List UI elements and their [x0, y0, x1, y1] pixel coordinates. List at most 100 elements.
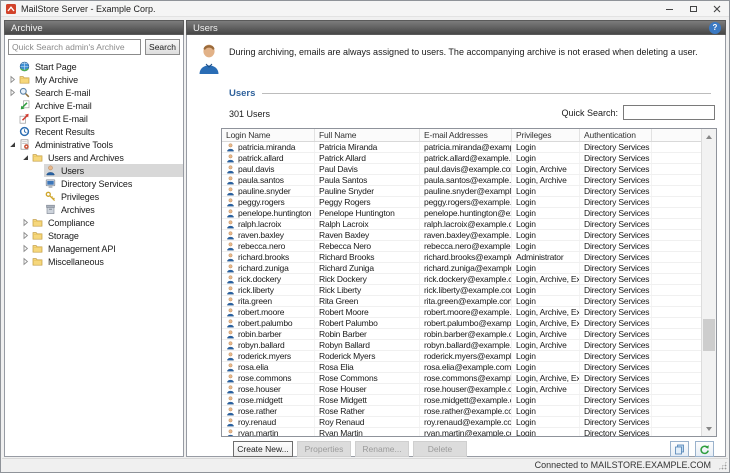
vertical-scrollbar[interactable]: [701, 129, 716, 436]
user-count-label: 301 Users: [229, 109, 271, 119]
login-name-cell: rose.houser: [222, 384, 315, 394]
table-row-rebecca-nero[interactable]: rebecca.nero Rebecca Nero rebecca.nero@exa…: [222, 241, 701, 252]
table-row-roderick-myers[interactable]: roderick.myers Roderick Myers roderick.mye…: [222, 351, 701, 362]
privileges-cell: Login: [512, 186, 580, 196]
expander-collapsed-icon[interactable]: [20, 218, 31, 227]
expander-collapsed-icon[interactable]: [20, 231, 31, 240]
copy-list-button[interactable]: [670, 441, 689, 457]
table-row-richard-brooks[interactable]: richard.brooks Richard Brooks richard.broo…: [222, 252, 701, 263]
section-title: Users: [229, 88, 256, 99]
column-header-privileges[interactable]: Privileges: [512, 129, 580, 141]
search-button[interactable]: Search: [145, 39, 180, 55]
user-icon: [45, 165, 57, 176]
sidebar-item-my-archive[interactable]: My Archive: [5, 73, 183, 86]
table-row-rita-green[interactable]: rita.green Rita Green rita.green@example.c…: [222, 296, 701, 307]
table-row-richard-zuniga[interactable]: richard.zuniga Richard Zuniga richard.zuni…: [222, 263, 701, 274]
quick-search-archive-input[interactable]: [8, 39, 141, 55]
table-row-rose-rather[interactable]: rose.rather Rose Rather rose.rather@exampl…: [222, 406, 701, 417]
table-row-robin-barber[interactable]: robin.barber Robin Barber robin.barber@exa…: [222, 329, 701, 340]
privileges-cell: Login: [512, 197, 580, 207]
sidebar-item-directory-services[interactable]: Directory Services: [5, 177, 183, 190]
table-row-penelope-huntington[interactable]: penelope.huntington Penelope Huntington pe…: [222, 208, 701, 219]
table-row-ryan-martin[interactable]: ryan.martin Ryan Martin ryan.martin@exampl…: [222, 428, 701, 436]
user-row-icon: [226, 241, 235, 251]
table-row-rose-midgett[interactable]: rose.midgett Rose Midgett rose.midgett@exa…: [222, 395, 701, 406]
filler-cell: [652, 263, 701, 273]
table-row-roy-renaud[interactable]: roy.renaud Roy Renaud roy.renaud@example.c…: [222, 417, 701, 428]
email-cell: robyn.ballard@example.com: [420, 340, 512, 350]
sidebar-item-users-and-archives[interactable]: Users and Archives: [5, 151, 183, 164]
sidebar-item-archives[interactable]: Archives: [5, 203, 183, 216]
full-name-cell: Ralph Lacroix: [315, 219, 420, 229]
expander-collapsed-icon[interactable]: [20, 257, 31, 266]
filler-cell: [652, 428, 701, 436]
full-name-cell: Rosa Elia: [315, 362, 420, 372]
create-new-button[interactable]: Create New...: [233, 441, 293, 457]
sidebar-item-users[interactable]: Users: [5, 164, 183, 177]
scroll-up-button[interactable]: [702, 129, 716, 144]
table-row-rose-houser[interactable]: rose.houser Rose Houser rose.houser@exampl…: [222, 384, 701, 395]
sidebar-item-privileges[interactable]: Privileges: [5, 190, 183, 203]
sidebar-item-export-e-mail[interactable]: Export E-mail: [5, 112, 183, 125]
table-row-peggy-rogers[interactable]: peggy.rogers Peggy Rogers peggy.rogers@exa…: [222, 197, 701, 208]
column-header-e-mail-addresses[interactable]: E-mail Addresses: [420, 129, 512, 141]
rename-button[interactable]: Rename...: [355, 441, 409, 457]
table-row-rosa-elia[interactable]: rosa.elia Rosa Elia rosa.elia@example.com L…: [222, 362, 701, 373]
properties-button[interactable]: Properties: [297, 441, 351, 457]
scrollbar-thumb[interactable]: [703, 319, 715, 351]
sidebar-item-label: Directory Services: [61, 178, 133, 189]
privileges-cell: Login: [512, 428, 580, 436]
sidebar-item-compliance[interactable]: Compliance: [5, 216, 183, 229]
table-row-pauline-snyder[interactable]: pauline.snyder Pauline Snyder pauline.snyd…: [222, 186, 701, 197]
sidebar-item-recent-results[interactable]: Recent Results: [5, 125, 183, 138]
sidebar-item-management-api[interactable]: Management API: [5, 242, 183, 255]
column-header-authentication[interactable]: Authentication: [580, 129, 652, 141]
refresh-button[interactable]: [695, 441, 714, 457]
close-button[interactable]: [705, 1, 729, 17]
table-row-patricia-miranda[interactable]: patricia.miranda Patricia Miranda patricia…: [222, 142, 701, 153]
table-row-robert-palumbo[interactable]: robert.palumbo Robert Palumbo robert.palum…: [222, 318, 701, 329]
connection-status-label: Connected to MAILSTORE.EXAMPLE.COM: [534, 460, 711, 470]
table-row-rick-dockery[interactable]: rick.dockery Rick Dockery rick.dockery@exa…: [222, 274, 701, 285]
expander-collapsed-icon[interactable]: [7, 88, 18, 97]
email-cell: richard.brooks@example.com: [420, 252, 512, 262]
column-header-full-name[interactable]: Full Name: [315, 129, 420, 141]
sidebar-item-start-page[interactable]: Start Page: [5, 60, 183, 73]
sidebar-item-label: Recent Results: [35, 126, 95, 137]
sidebar-tree: Start Page My Archive Search E-mail Archive…: [5, 60, 183, 456]
column-header-login-name[interactable]: Login Name: [222, 129, 315, 141]
sidebar-item-label: Miscellaneous: [48, 256, 104, 267]
maximize-button[interactable]: [681, 1, 705, 17]
table-row-robert-moore[interactable]: robert.moore Robert Moore robert.moore@exa…: [222, 307, 701, 318]
sidebar-item-storage[interactable]: Storage: [5, 229, 183, 242]
login-name-cell: pauline.snyder: [222, 186, 315, 196]
sidebar-item-administrative-tools[interactable]: Administrative Tools: [5, 138, 183, 151]
delete-button[interactable]: Delete: [413, 441, 467, 457]
user-row-icon: [226, 351, 235, 361]
quick-search-wrap: Quick Search:: [561, 105, 715, 120]
authentication-cell: Directory Services: [580, 241, 652, 251]
authentication-cell: Directory Services: [580, 318, 652, 328]
table-row-paul-davis[interactable]: paul.davis Paul Davis paul.davis@example.c…: [222, 164, 701, 175]
expander-expanded-icon[interactable]: [20, 153, 31, 162]
filler-cell: [652, 318, 701, 328]
sidebar-item-miscellaneous[interactable]: Miscellaneous: [5, 255, 183, 268]
quick-search-users-input[interactable]: [623, 105, 715, 120]
help-icon[interactable]: ?: [709, 22, 721, 34]
sidebar-item-archive-e-mail[interactable]: Archive E-mail: [5, 99, 183, 112]
minimize-button[interactable]: [657, 1, 681, 17]
table-row-raven-baxley[interactable]: raven.baxley Raven Baxley raven.baxley@exa…: [222, 230, 701, 241]
export-arrow-icon: [19, 113, 31, 124]
table-row-paula-santos[interactable]: paula.santos Paula Santos paula.santos@exa…: [222, 175, 701, 186]
expander-collapsed-icon[interactable]: [20, 244, 31, 253]
table-row-robyn-ballard[interactable]: robyn.ballard Robyn Ballard robyn.ballard@…: [222, 340, 701, 351]
expander-expanded-icon[interactable]: [7, 140, 18, 149]
table-row-ralph-lacroix[interactable]: ralph.lacroix Ralph Lacroix ralph.lacroix@…: [222, 219, 701, 230]
full-name-cell: Richard Brooks: [315, 252, 420, 262]
scroll-down-button[interactable]: [702, 421, 716, 436]
sidebar-item-search-e-mail[interactable]: Search E-mail: [5, 86, 183, 99]
table-row-rick-liberty[interactable]: rick.liberty Rick Liberty rick.liberty@exa…: [222, 285, 701, 296]
table-row-patrick-allard[interactable]: patrick.allard Patrick Allard patrick.alla…: [222, 153, 701, 164]
table-row-rose-commons[interactable]: rose.commons Rose Commons rose.commons@exa…: [222, 373, 701, 384]
expander-collapsed-icon[interactable]: [7, 75, 18, 84]
